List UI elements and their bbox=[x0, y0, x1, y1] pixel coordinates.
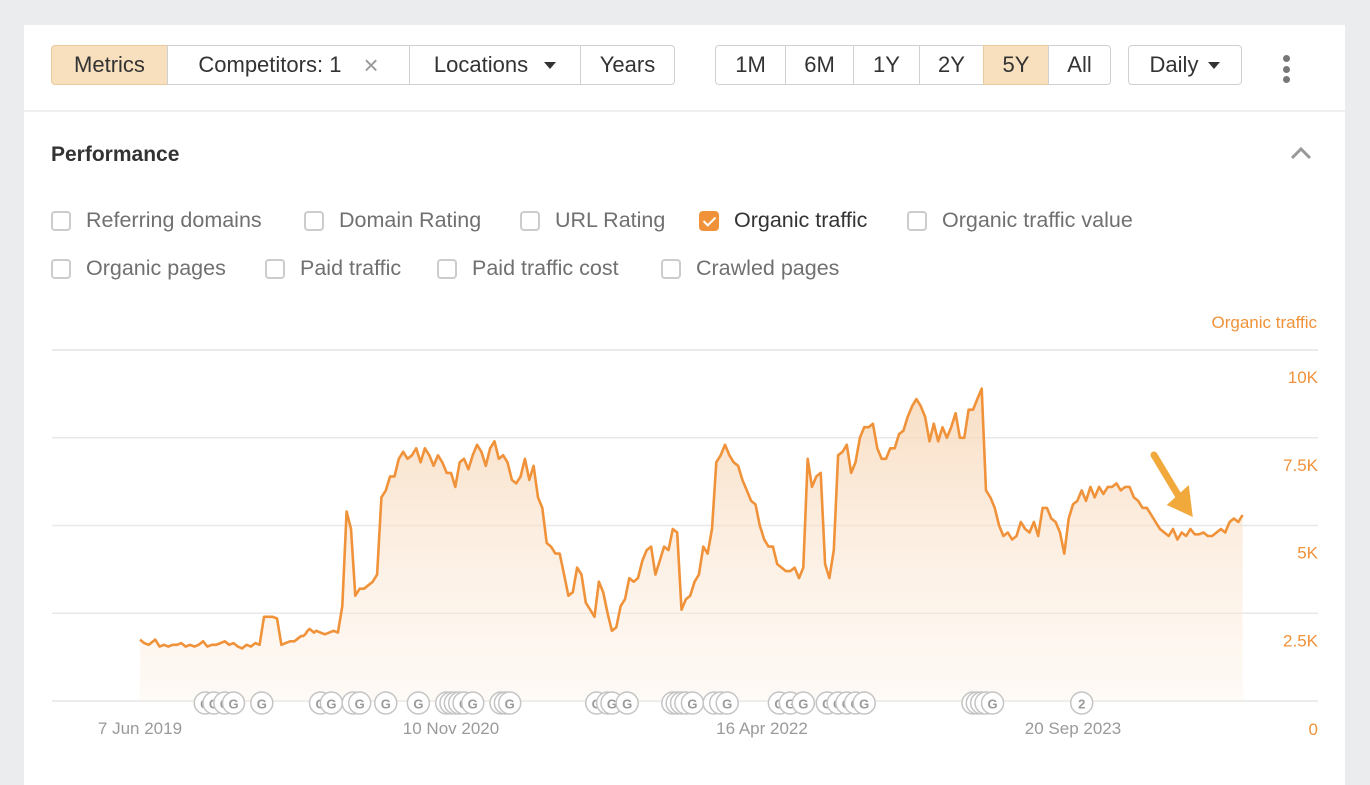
page-scrollbar[interactable] bbox=[1345, 25, 1370, 762]
svg-text:2: 2 bbox=[1078, 697, 1085, 712]
x-tick-label: 10 Nov 2020 bbox=[403, 719, 499, 738]
legend-organic-traffic: Organic traffic bbox=[1211, 313, 1317, 332]
y-tick-label: 2.5K bbox=[1283, 631, 1319, 650]
annotation-arrow bbox=[1150, 451, 1193, 517]
x-tick-label: 20 Sep 2023 bbox=[1025, 719, 1121, 738]
svg-text:G: G bbox=[505, 697, 515, 712]
svg-text:G: G bbox=[413, 697, 423, 712]
google-update-marker[interactable]: G bbox=[221, 691, 246, 715]
traffic-area bbox=[140, 388, 1243, 701]
svg-text:G: G bbox=[987, 697, 997, 712]
y-tick-label: 10K bbox=[1288, 368, 1319, 387]
y-tick-label: 7.5K bbox=[1283, 456, 1319, 475]
google-update-marker[interactable]: G bbox=[347, 691, 372, 715]
x-tick-label: 7 Jun 2019 bbox=[98, 719, 182, 738]
google-update-marker[interactable]: G bbox=[680, 691, 705, 715]
google-update-marker[interactable]: G bbox=[791, 691, 816, 715]
google-update-marker[interactable]: G bbox=[406, 691, 431, 715]
svg-text:G: G bbox=[722, 697, 732, 712]
x-tick-label: 16 Apr 2022 bbox=[716, 719, 808, 738]
organic-traffic-chart: 0 2.5K 5K 7.5K 10K 7 Jun 2019 10 Nov 2020 16 A… bbox=[52, 313, 1319, 739]
event-count-marker[interactable]: 2 bbox=[1069, 691, 1094, 715]
svg-text:G: G bbox=[687, 697, 697, 712]
google-update-marker[interactable]: G bbox=[250, 691, 274, 715]
google-update-marker[interactable]: G bbox=[497, 691, 522, 715]
google-update-marker[interactable]: G bbox=[460, 691, 485, 715]
svg-text:G: G bbox=[468, 697, 478, 712]
y-tick-label: 5K bbox=[1297, 544, 1318, 563]
svg-text:G: G bbox=[228, 697, 238, 712]
google-update-marker[interactable]: G bbox=[715, 691, 739, 715]
svg-text:G: G bbox=[257, 697, 267, 712]
svg-text:G: G bbox=[859, 697, 869, 712]
google-update-marker[interactable]: G bbox=[319, 691, 344, 715]
svg-text:G: G bbox=[381, 697, 391, 712]
svg-text:G: G bbox=[355, 697, 365, 712]
google-update-marker[interactable]: G bbox=[374, 691, 398, 715]
google-update-marker[interactable]: G bbox=[852, 691, 876, 715]
y-tick-label: 0 bbox=[1309, 720, 1318, 739]
svg-text:G: G bbox=[622, 697, 632, 712]
svg-text:G: G bbox=[798, 697, 808, 712]
google-update-marker[interactable]: G bbox=[980, 691, 1005, 715]
svg-text:G: G bbox=[326, 697, 336, 712]
google-update-marker[interactable]: G bbox=[615, 691, 639, 715]
